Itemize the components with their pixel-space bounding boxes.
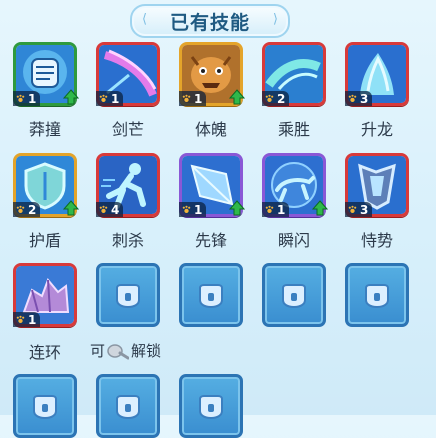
paw-icon [99, 94, 108, 103]
skill-level-badge: 1 [13, 91, 41, 106]
paw-icon [16, 315, 25, 324]
lock-icon [116, 284, 140, 309]
skill-level: 1 [194, 202, 203, 217]
locked-skill-slot[interactable] [345, 263, 409, 327]
locked-skill-slot[interactable] [96, 263, 160, 327]
unlock-hint-suffix: 解锁 [131, 342, 162, 360]
locked-skill-slot[interactable] [179, 374, 243, 438]
paw-icon [16, 205, 25, 214]
locked-skill-slot[interactable] [13, 374, 77, 438]
paw-icon [182, 94, 191, 103]
skill-level: 1 [28, 91, 37, 106]
skill-level-badge: 1 [96, 91, 124, 106]
lock-icon [199, 284, 223, 309]
skill-slot-chengsheng[interactable]: 2 [262, 42, 326, 106]
upgrade-arrow-icon [229, 200, 245, 216]
lock-icon [33, 395, 57, 420]
paw-icon [348, 205, 357, 214]
upgrade-arrow-icon [63, 200, 79, 216]
skill-level: 2 [277, 91, 286, 106]
skill-name: 体魄 [194, 120, 227, 139]
skill-level: 4 [111, 202, 120, 217]
skill-level: 3 [360, 202, 369, 217]
skill-level: 1 [111, 91, 120, 106]
curl-ornament-right-icon: ⟩ [272, 12, 278, 27]
skill-name: 刺杀 [111, 231, 144, 250]
skill-level-badge: 2 [262, 91, 290, 106]
skill-level: 1 [277, 202, 286, 217]
skill-level-badge: 1 [179, 91, 207, 106]
skill-name: 升龙 [360, 120, 393, 139]
skill-slot-mangzhuang[interactable]: 1 [13, 42, 79, 106]
unlock-hint-prefix: 可 [90, 342, 106, 360]
skill-slot-shishi[interactable]: 3 [345, 153, 409, 217]
title-banner: ⟨ 已有技能 ⟩ [130, 4, 290, 38]
paw-icon [16, 94, 25, 103]
upgrade-arrow-icon [312, 200, 328, 216]
skill-level-badge: 1 [179, 202, 207, 217]
skill-name: 瞬闪 [277, 231, 310, 250]
skill-level-badge: 1 [262, 202, 290, 217]
paw-icon [265, 94, 274, 103]
skill-slot-shunshan[interactable]: 1 [262, 153, 328, 217]
spoon-tool-icon [107, 343, 130, 359]
skill-name: 莽撞 [28, 120, 61, 139]
lock-icon [365, 284, 389, 309]
paw-icon [182, 205, 191, 214]
skill-name: 乘胜 [277, 120, 310, 139]
skill-name: 先锋 [194, 231, 227, 250]
skill-level: 2 [28, 202, 37, 217]
unlock-hint: 可 解锁 [90, 340, 161, 361]
page-title: 已有技能 [169, 11, 250, 34]
upgrade-arrow-icon [63, 89, 79, 105]
skill-slot-shenglong[interactable]: 3 [345, 42, 409, 106]
upgrade-arrow-icon [229, 89, 245, 105]
paw-icon [265, 205, 274, 214]
skill-level-badge: 3 [345, 91, 373, 106]
lock-icon [282, 284, 306, 309]
locked-skill-slot[interactable] [179, 263, 243, 327]
skill-name: 恃势 [360, 231, 393, 250]
locked-skill-slot[interactable] [96, 374, 160, 438]
skill-slot-hudun[interactable]: 2 [13, 153, 79, 217]
skill-level-badge: 3 [345, 202, 373, 217]
skill-slot-jianmang[interactable]: 1 [96, 42, 160, 106]
skill-name: 连环 [28, 343, 61, 362]
lock-icon [116, 395, 140, 420]
skill-level-badge: 1 [13, 312, 41, 327]
paw-icon [99, 205, 108, 214]
skill-name: 剑芒 [111, 120, 144, 139]
curl-ornament-left-icon: ⟨ [142, 12, 148, 27]
skill-level: 1 [28, 312, 37, 327]
lock-icon [199, 395, 223, 420]
skill-slot-cisha[interactable]: 4 [96, 153, 160, 217]
skill-level: 1 [194, 91, 203, 106]
paw-icon [348, 94, 357, 103]
skill-level-badge: 2 [13, 202, 41, 217]
locked-skill-slot[interactable] [262, 263, 326, 327]
skill-slot-lianhuan[interactable]: 1 [13, 263, 77, 327]
skill-slot-tipo[interactable]: 1 [179, 42, 245, 106]
skill-level: 3 [360, 91, 369, 106]
skill-slot-xianfeng[interactable]: 1 [179, 153, 245, 217]
skill-name: 护盾 [28, 231, 61, 250]
skill-level-badge: 4 [96, 202, 124, 217]
